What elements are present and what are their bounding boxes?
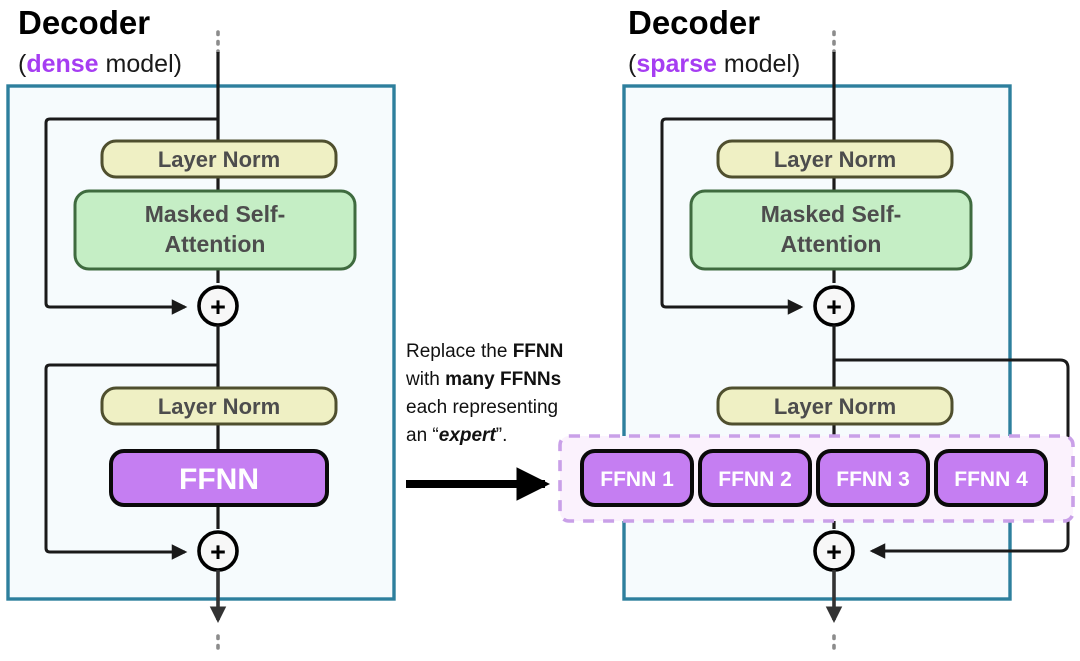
expert-label-1: FFNN 1 [600, 468, 674, 491]
panel-dense: Decoder (dense model) Layer Norm Masked … [6, 4, 396, 657]
decoder-comparison-diagram: Decoder (dense model) Layer Norm Masked … [6, 4, 1075, 657]
panel-dense-subtitle: (dense model) [18, 50, 182, 78]
annotation-line-2: with many FFNNs [405, 369, 561, 390]
sparse-residual-add-1-glyph: + [826, 292, 842, 322]
expert-label-3: FFNN 3 [836, 468, 910, 491]
panel-sparse-title: Decoder [628, 4, 760, 41]
annotation-line-3: each representing [406, 397, 558, 418]
panel-sparse-subtitle-accent: sparse [636, 50, 717, 78]
dense-masked-self-attention-label-line2: Attention [165, 231, 266, 257]
expert-label-2: FFNN 2 [718, 468, 792, 491]
annotation-line-1: Replace the FFNN [406, 341, 563, 362]
annotation-line-4: an “expert”. [406, 425, 507, 446]
dense-layer-norm-2-label: Layer Norm [158, 394, 280, 419]
dense-masked-self-attention-label-line1: Masked Self- [145, 201, 286, 227]
sparse-layer-norm-1-label: Layer Norm [774, 147, 896, 172]
dense-residual-add-2-glyph: + [210, 537, 226, 567]
dense-residual-add-1-glyph: + [210, 292, 226, 322]
sparse-residual-add-2-glyph: + [826, 537, 842, 567]
panel-sparse: Decoder (sparse model) Layer Norm Masked… [558, 4, 1075, 657]
expert-label-4: FFNN 4 [954, 468, 1028, 491]
panel-dense-title: Decoder [18, 4, 150, 41]
sparse-masked-self-attention-label-line2: Attention [781, 231, 882, 257]
diagram-canvas: Decoder (dense model) Layer Norm Masked … [0, 0, 1080, 661]
sparse-layer-norm-2-label: Layer Norm [774, 394, 896, 419]
dense-ffnn-label: FFNN [179, 463, 259, 496]
panel-sparse-subtitle: (sparse model) [628, 50, 800, 78]
panel-dense-subtitle-accent: dense [26, 50, 98, 78]
sparse-masked-self-attention-label-line1: Masked Self- [761, 201, 902, 227]
transform-annotation: Replace the FFNN with many FFNNs each re… [405, 341, 563, 501]
dense-layer-norm-1-label: Layer Norm [158, 147, 280, 172]
